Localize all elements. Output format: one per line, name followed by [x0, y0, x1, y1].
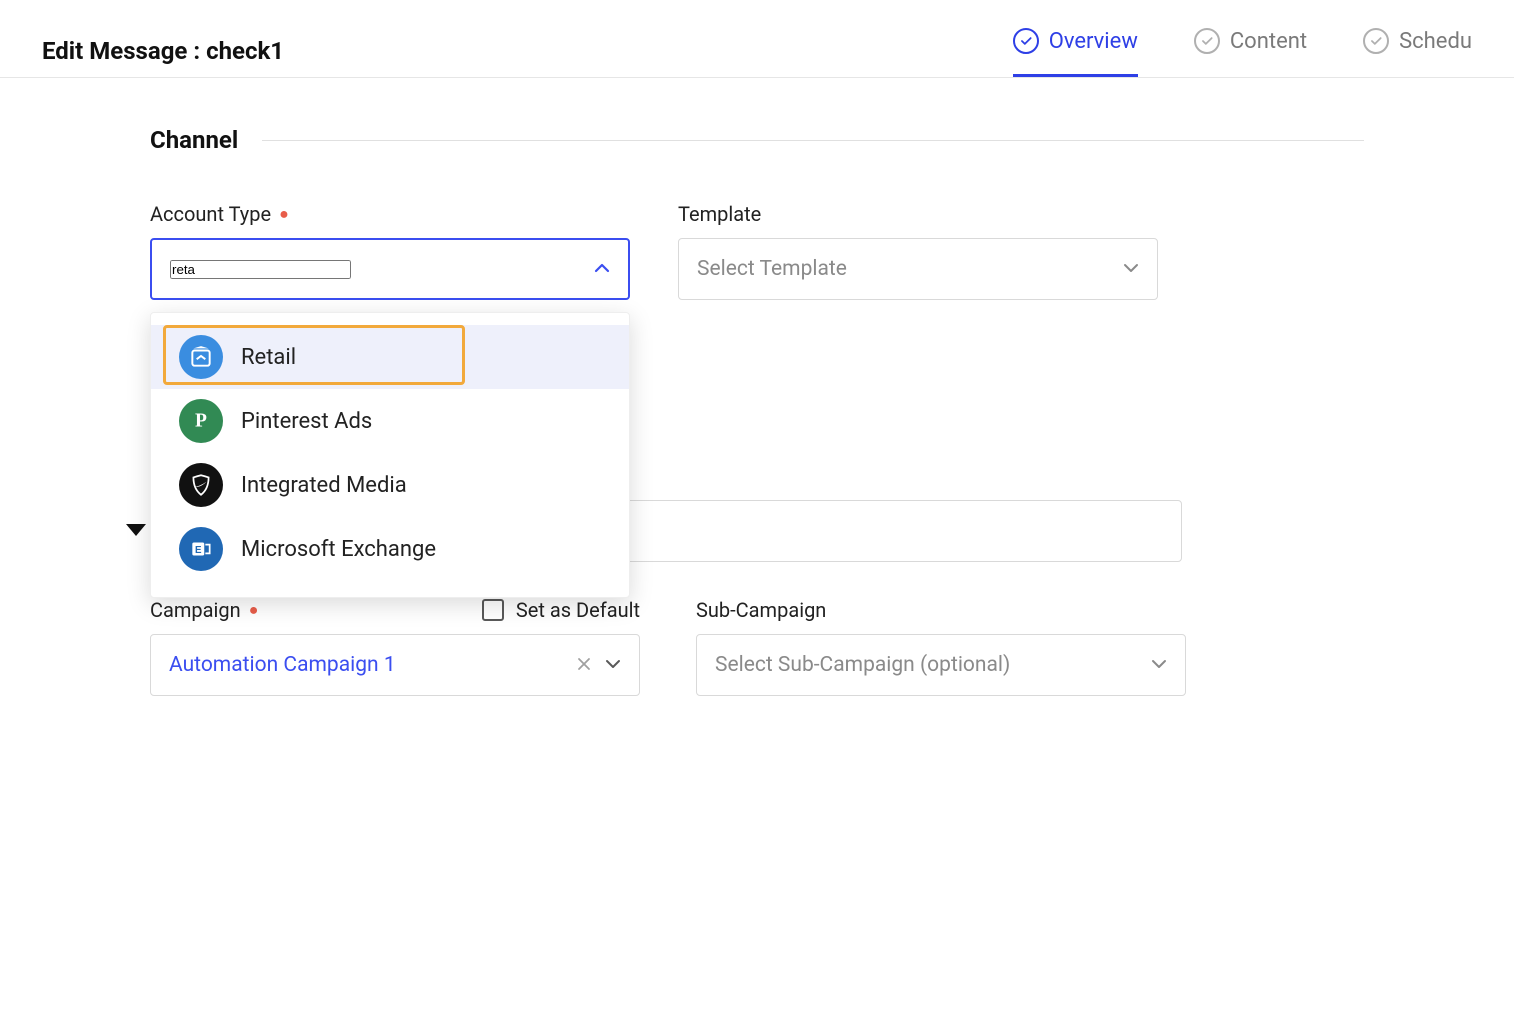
chevron-down-icon	[1123, 261, 1139, 277]
swoosh-shield-icon	[179, 463, 223, 507]
divider	[262, 140, 1364, 141]
template-label: Template	[678, 202, 1158, 226]
chevron-up-icon	[594, 261, 610, 277]
tab-overview[interactable]: Overview	[1013, 24, 1138, 77]
chevron-down-icon	[605, 657, 621, 673]
sub-campaign-placeholder: Select Sub-Campaign (optional)	[715, 653, 1010, 677]
required-indicator: ●	[249, 602, 259, 618]
check-circle-icon	[1363, 28, 1389, 54]
dropdown-option-label: Retail	[241, 345, 296, 370]
channel-heading: Channel	[150, 126, 238, 154]
dropdown-option-label: Integrated Media	[241, 473, 407, 498]
caret-down-icon	[126, 524, 146, 536]
campaign-value: Automation Campaign 1	[169, 653, 396, 677]
check-circle-icon	[1013, 28, 1039, 54]
template-placeholder: Select Template	[697, 257, 847, 281]
dropdown-option-label: Pinterest Ads	[241, 409, 372, 434]
account-type-dropdown: Retail P Pinterest Ads	[150, 312, 630, 598]
tab-label: Content	[1230, 29, 1307, 54]
check-circle-icon	[1194, 28, 1220, 54]
dropdown-option-microsoft-exchange[interactable]: E Microsoft Exchange	[151, 517, 629, 581]
account-type-input[interactable]	[170, 260, 351, 279]
clear-campaign-icon[interactable]	[577, 656, 591, 675]
set-default-label: Set as Default	[516, 598, 640, 622]
dropdown-option-integrated-media[interactable]: Integrated Media	[151, 453, 629, 517]
dropdown-option-label: Microsoft Exchange	[241, 537, 436, 562]
required-indicator: ●	[279, 206, 289, 222]
checkbox-icon	[482, 599, 504, 621]
channel-section-heading: Channel	[150, 126, 1364, 154]
section-collapse-caret[interactable]	[126, 524, 146, 536]
main-content: Channel Account Type ●	[0, 78, 1514, 736]
step-tabs: Overview Content Schedu	[1013, 24, 1472, 77]
page-title: Edit Message : check1	[42, 37, 284, 65]
svg-text:P: P	[195, 410, 207, 431]
template-select[interactable]: Select Template	[678, 238, 1158, 300]
exchange-icon: E	[179, 527, 223, 571]
campaign-label: Campaign ●	[150, 598, 258, 622]
account-type-label: Account Type ●	[150, 202, 630, 226]
sub-campaign-select[interactable]: Select Sub-Campaign (optional)	[696, 634, 1186, 696]
tab-label: Schedu	[1399, 29, 1472, 54]
pinterest-icon: P	[179, 399, 223, 443]
set-default-checkbox[interactable]: Set as Default	[482, 598, 640, 622]
tab-content[interactable]: Content	[1194, 24, 1307, 77]
campaign-select[interactable]: Automation Campaign 1	[150, 634, 640, 696]
svg-text:E: E	[195, 545, 202, 556]
megaphone-icon	[179, 335, 223, 379]
sub-campaign-label: Sub-Campaign	[696, 598, 1186, 622]
dropdown-option-retail[interactable]: Retail	[151, 325, 629, 389]
dropdown-option-pinterest-ads[interactable]: P Pinterest Ads	[151, 389, 629, 453]
tab-label: Overview	[1049, 29, 1138, 54]
tab-scheduling[interactable]: Schedu	[1363, 24, 1472, 77]
chevron-down-icon	[1151, 657, 1167, 673]
page-header: Edit Message : check1 Overview Content S…	[0, 0, 1514, 78]
account-type-select[interactable]	[150, 238, 630, 300]
